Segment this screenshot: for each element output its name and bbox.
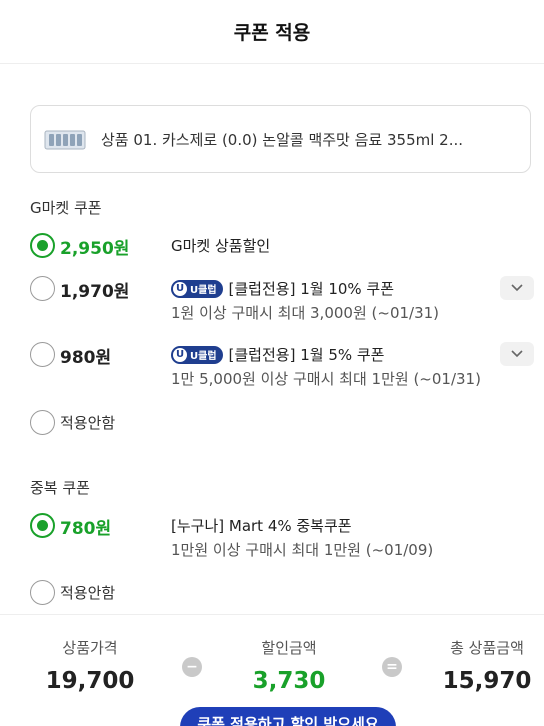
radio-selected-icon[interactable] [30, 233, 55, 258]
coupon-condition: 1만 5,000원 이상 구매시 최대 1만원 (~01/31) [171, 370, 481, 388]
radio-unselected-icon[interactable] [30, 276, 55, 301]
discount-column: 할인금액 3,730 [239, 637, 339, 694]
coupon-name: U U클럽 [클럽전용] 1월 5% 쿠폰 [171, 344, 384, 365]
radio-unselected-icon[interactable] [30, 580, 55, 605]
product-price-label: 상품가격 [62, 639, 118, 657]
page-title: 쿠폰 적용 [233, 22, 311, 44]
coupon-amount: 1,970원 [60, 282, 130, 302]
radio-unselected-icon[interactable] [30, 410, 55, 435]
equals-icon: = [382, 657, 402, 677]
price-summary: 상품가격 19,700 − 할인금액 3,730 = 총 상품금액 15,970… [0, 614, 544, 726]
discount-label: 할인금액 [261, 639, 317, 657]
total-label: 총 상품금액 [450, 639, 524, 657]
minus-icon: − [182, 657, 202, 677]
coupon-condition: 1만원 이상 구매시 최대 1만원 (~01/09) [171, 541, 434, 559]
header: 쿠폰 적용 [0, 0, 544, 64]
radio-unselected-icon[interactable] [30, 342, 55, 367]
coupon-amount: 980원 [60, 348, 112, 368]
section-title-gmarket-coupon: G마켓 쿠폰 [30, 199, 102, 217]
discount-value: 3,730 [252, 668, 326, 694]
expand-toggle-button[interactable] [500, 342, 534, 366]
coupon-name-text: [클럽전용] 1월 5% 쿠폰 [228, 346, 385, 364]
minus-symbol: − [186, 659, 198, 675]
chevron-down-icon [511, 350, 523, 358]
product-name: 상품 01. 카스제로 (0.0) 논알콜 맥주맛 음료 355ml 2... [101, 130, 464, 149]
product-price-value: 19,700 [45, 668, 135, 694]
equals-symbol: = [386, 659, 398, 675]
product-card: 상품 01. 카스제로 (0.0) 논알콜 맥주맛 음료 355ml 2... [30, 105, 531, 173]
uclub-badge: U U클럽 [171, 345, 223, 364]
coupon-amount: 780원 [60, 519, 112, 539]
coupon-amount: 2,950원 [60, 239, 130, 259]
coupon-condition: 1원 이상 구매시 최대 3,000원 (~01/31) [171, 304, 440, 322]
radio-selected-icon[interactable] [30, 513, 55, 538]
product-price-column: 상품가격 19,700 [40, 637, 140, 694]
coupon-name-text: [클럽전용] 1월 10% 쿠폰 [228, 280, 395, 298]
apply-coupon-button[interactable]: 쿠폰 적용하고 할인 받으세요 [180, 707, 396, 726]
chevron-down-icon [511, 284, 523, 292]
expand-toggle-button[interactable] [500, 276, 534, 300]
uclub-badge-text: U클럽 [190, 351, 217, 362]
uclub-badge-text: U클럽 [190, 285, 217, 296]
coupon-name-text: G마켓 상품할인 [171, 237, 271, 255]
section-title-duplicate-coupon: 중복 쿠폰 [30, 479, 90, 497]
no-coupon-label: 적용안함 [60, 584, 116, 602]
total-column: 총 상품금액 15,970 [437, 637, 537, 694]
coupon-name-text: [누구나] Mart 4% 중복쿠폰 [171, 517, 352, 535]
no-coupon-label: 적용안함 [60, 414, 116, 432]
total-value: 15,970 [442, 668, 532, 694]
uclub-badge: U U클럽 [171, 279, 223, 298]
product-thumbnail [43, 125, 89, 153]
coupon-name: U U클럽 [클럽전용] 1월 10% 쿠폰 [171, 278, 394, 299]
coupon-name: [누구나] Mart 4% 중복쿠폰 [171, 515, 352, 536]
coupon-name: G마켓 상품할인 [171, 235, 270, 256]
